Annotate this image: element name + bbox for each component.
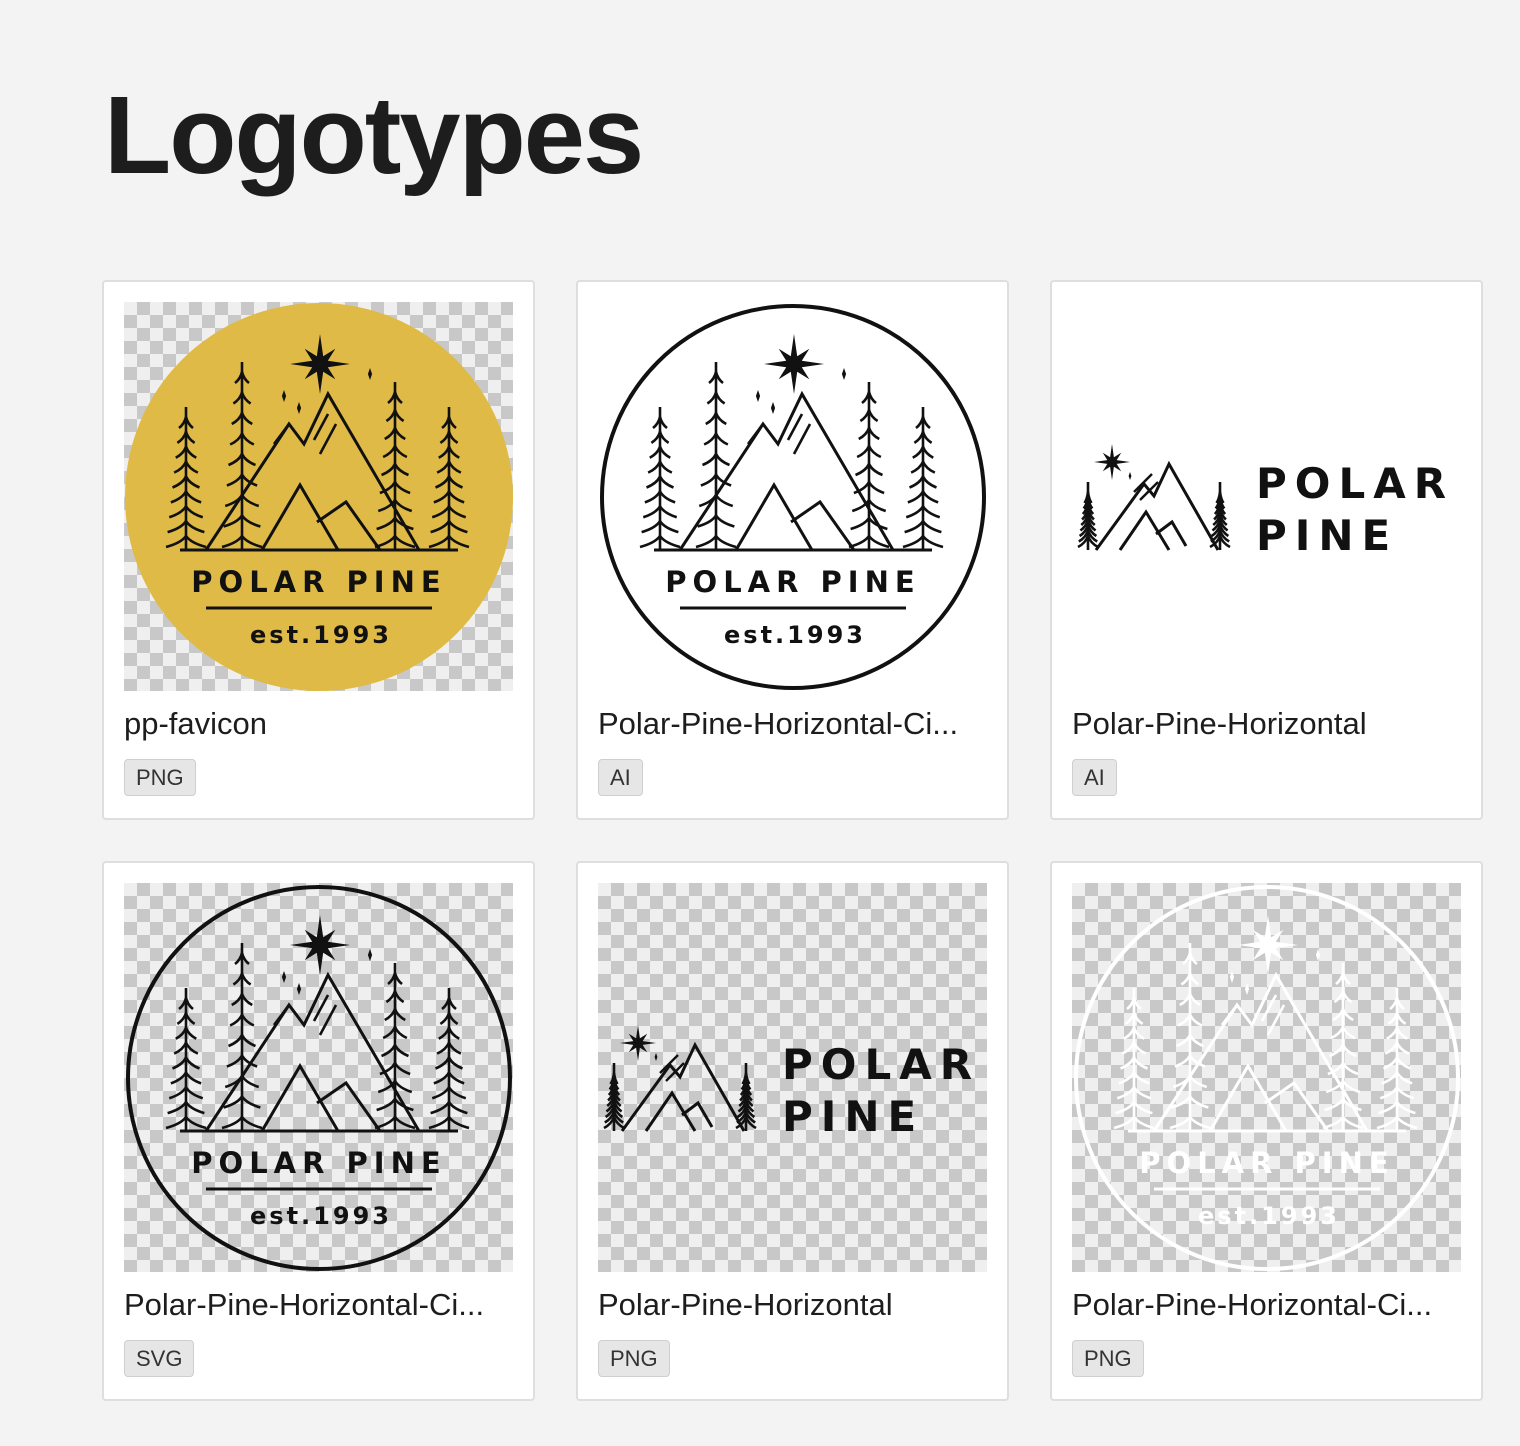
polar-pine-logo: POLAR PINE est.1993 <box>125 303 513 691</box>
file-type-badge: SVG <box>124 1340 195 1377</box>
file-type-badge: PNG <box>124 759 196 796</box>
asset-grid: POLAR PINE est.1993 pp-favicon PNG POLAR… <box>102 280 1483 1401</box>
logo-established: est.1993 <box>250 621 392 649</box>
asset-name: Polar-Pine-Horizontal-Ci... <box>598 706 959 741</box>
logo-wordmark-line1: POLAR <box>1256 459 1454 508</box>
file-type-badge: PNG <box>598 1340 670 1377</box>
polar-pine-logo: POLAR PINE est.1993 <box>1074 885 1460 1271</box>
asset-card[interactable]: POLAR PINE est.1993 pp-favicon PNG <box>102 280 535 820</box>
file-type-badge: AI <box>1072 759 1117 796</box>
asset-name: Polar-Pine-Horizontal <box>1072 706 1367 741</box>
logo-wordmark: POLAR PINE <box>191 1146 446 1180</box>
asset-thumbnail: POLAR PINE est.1993 <box>124 883 513 1272</box>
asset-thumbnail: POLAR PINE <box>598 883 987 1272</box>
logo-established: est.1993 <box>250 1202 392 1230</box>
page-title: Logotypes <box>104 74 644 197</box>
logo-wordmark-line2: PINE <box>1256 511 1398 560</box>
logo-established: est.1993 <box>1198 1202 1340 1230</box>
file-type-badge: AI <box>598 759 643 796</box>
logo-wordmark-line2: PINE <box>782 1092 924 1141</box>
asset-name: Polar-Pine-Horizontal-Ci... <box>124 1287 485 1322</box>
asset-thumbnail: POLAR PINE <box>1072 302 1461 691</box>
asset-thumbnail: POLAR PINE est.1993 <box>124 302 513 691</box>
polar-pine-logo: POLAR PINE <box>603 1025 980 1141</box>
polar-pine-logo: POLAR PINE est.1993 <box>126 885 512 1271</box>
asset-name: Polar-Pine-Horizontal-Ci... <box>1072 1287 1433 1322</box>
logo-established: est.1993 <box>724 621 866 649</box>
polar-pine-logo: POLAR PINE <box>1077 444 1454 560</box>
asset-card[interactable]: POLAR PINE Polar-Pine-Horizontal PNG <box>576 861 1009 1401</box>
asset-card[interactable]: POLAR PINE est.1993 Polar-Pine-Horizonta… <box>576 280 1009 820</box>
asset-name: pp-favicon <box>124 706 268 741</box>
asset-card[interactable]: POLAR PINE est.1993 Polar-Pine-Horizonta… <box>102 861 535 1401</box>
file-type-badge: PNG <box>1072 1340 1144 1377</box>
polar-pine-logo: POLAR PINE est.1993 <box>600 304 986 690</box>
logo-wordmark: POLAR PINE <box>191 565 446 599</box>
asset-card[interactable]: POLAR PINE Polar-Pine-Horizontal AI <box>1050 280 1483 820</box>
asset-thumbnail: POLAR PINE est.1993 <box>598 302 987 691</box>
asset-card[interactable]: POLAR PINE est.1993 Polar-Pine-Horizonta… <box>1050 861 1483 1401</box>
asset-name: Polar-Pine-Horizontal <box>598 1287 893 1322</box>
asset-thumbnail: POLAR PINE est.1993 <box>1072 883 1461 1272</box>
logo-wordmark-line1: POLAR <box>782 1040 980 1089</box>
logo-wordmark: POLAR PINE <box>665 565 920 599</box>
logo-wordmark: POLAR PINE <box>1139 1146 1394 1180</box>
